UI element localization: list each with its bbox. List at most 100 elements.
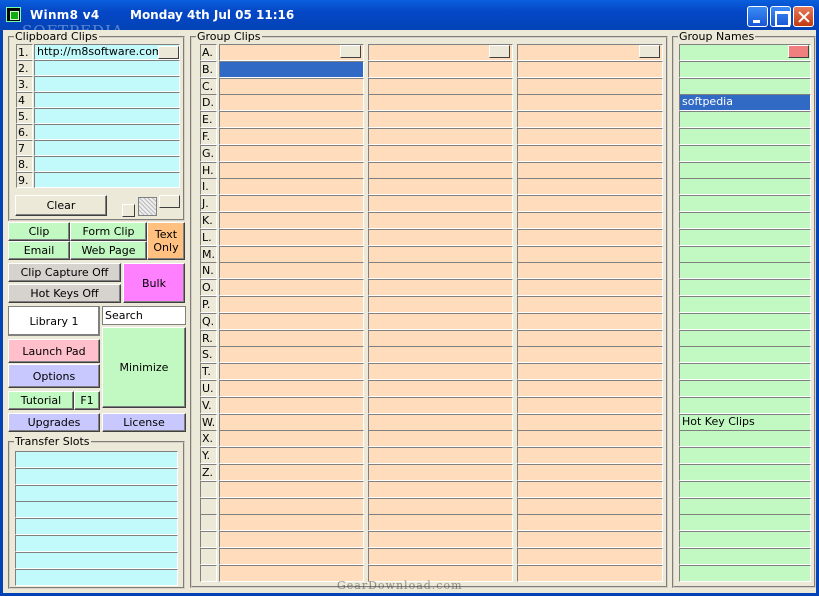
email-button[interactable]: Email: [8, 241, 70, 260]
group-clip-cell[interactable]: [368, 531, 513, 549]
group-clip-cell[interactable]: [517, 144, 663, 162]
library-button[interactable]: Library 1: [8, 306, 100, 336]
group-clip-cell[interactable]: [219, 262, 364, 280]
group-name-field[interactable]: [679, 447, 811, 465]
title-bar[interactable]: Winm8 v4 Monday 4th Jul 05 11:16 SOFTPED…: [0, 0, 819, 40]
group-name-field[interactable]: [679, 178, 811, 196]
group-clip-cell[interactable]: [219, 480, 364, 498]
group-clip-cell[interactable]: [368, 346, 513, 364]
group-clip-cell[interactable]: [219, 94, 364, 112]
group-clip-cell[interactable]: [368, 497, 513, 515]
clipboard-clip-field[interactable]: [34, 92, 180, 108]
group-clip-cell[interactable]: [219, 447, 364, 465]
group-clip-cell[interactable]: [517, 195, 663, 213]
group-clip-cell[interactable]: [219, 296, 364, 313]
group-clip-cell[interactable]: [517, 245, 663, 263]
group-name-field[interactable]: [679, 111, 811, 129]
group-name-field[interactable]: [679, 564, 811, 582]
group-clip-cell[interactable]: [368, 396, 513, 414]
group-name-field[interactable]: Hot Key Clips: [679, 413, 811, 431]
clipboard-clip-field[interactable]: [34, 156, 180, 172]
clip-capture-button[interactable]: Clip Capture Off: [8, 263, 121, 282]
group-clip-cell[interactable]: [517, 77, 663, 95]
group-clip-cell[interactable]: [368, 380, 513, 397]
clipboard-clip-field[interactable]: [34, 60, 180, 76]
group-clip-cell[interactable]: [219, 245, 364, 263]
group-clip-cell[interactable]: [517, 531, 663, 549]
transfer-slot[interactable]: [15, 568, 178, 586]
group-clip-cell[interactable]: [368, 144, 513, 162]
group-name-field[interactable]: [679, 396, 811, 414]
group-name-field[interactable]: [679, 128, 811, 145]
group-clip-cell[interactable]: [517, 212, 663, 229]
web-page-button[interactable]: Web Page: [70, 241, 147, 260]
tutorial-button[interactable]: Tutorial: [8, 391, 74, 410]
clip-scroll-button[interactable]: [158, 46, 179, 59]
group-name-field[interactable]: [679, 430, 811, 448]
group-clip-cell[interactable]: [368, 413, 513, 431]
group-clip-cell[interactable]: [219, 195, 364, 213]
group-name-field[interactable]: [679, 380, 811, 397]
group-clip-cell[interactable]: [219, 548, 364, 565]
group-name-field[interactable]: [679, 346, 811, 364]
clipboard-clip-field[interactable]: [34, 76, 180, 92]
group-clip-cell[interactable]: [517, 329, 663, 347]
group-clip-cell[interactable]: [368, 60, 513, 78]
group-column-button[interactable]: [639, 45, 660, 58]
group-column-button[interactable]: [489, 45, 510, 58]
group-clip-cell[interactable]: [517, 480, 663, 498]
clip-button[interactable]: Clip: [8, 222, 70, 241]
clip-pattern-swatch[interactable]: [138, 197, 157, 216]
group-name-field[interactable]: [679, 60, 811, 78]
group-name-field[interactable]: [679, 245, 811, 263]
group-clip-cell[interactable]: [219, 396, 364, 414]
group-clip-cell[interactable]: [368, 212, 513, 229]
transfer-slot[interactable]: [15, 451, 178, 468]
group-clip-cell[interactable]: [219, 161, 364, 179]
group-clip-cell[interactable]: [219, 279, 364, 297]
group-name-field[interactable]: [679, 212, 811, 229]
group-name-field[interactable]: [679, 77, 811, 95]
clear-button[interactable]: Clear: [15, 195, 107, 216]
group-clip-cell[interactable]: [368, 464, 513, 481]
f1-button[interactable]: F1: [74, 391, 100, 410]
clip-option-toggle[interactable]: [122, 204, 135, 217]
text-only-button[interactable]: Text Only: [147, 222, 185, 260]
group-clip-cell[interactable]: [368, 195, 513, 213]
group-clip-cell[interactable]: [368, 178, 513, 196]
group-clip-cell[interactable]: [219, 531, 364, 549]
group-clip-cell[interactable]: [368, 447, 513, 465]
minimize-button[interactable]: Minimize: [102, 327, 186, 408]
group-names-button[interactable]: [788, 45, 809, 58]
group-name-field[interactable]: [679, 161, 811, 179]
group-clip-cell[interactable]: [219, 346, 364, 364]
group-clip-cell[interactable]: [219, 514, 364, 532]
group-clip-cell[interactable]: [517, 514, 663, 532]
group-clip-cell[interactable]: [517, 346, 663, 364]
group-name-field[interactable]: [679, 262, 811, 280]
group-clip-cell[interactable]: [368, 430, 513, 448]
group-clip-cell[interactable]: [368, 161, 513, 179]
group-clip-cell[interactable]: [219, 228, 364, 246]
group-clip-cell[interactable]: [517, 128, 663, 145]
group-clip-cell[interactable]: [219, 312, 364, 330]
group-clip-cell[interactable]: [517, 380, 663, 397]
group-name-field[interactable]: [679, 548, 811, 565]
group-name-field[interactable]: [679, 312, 811, 330]
group-clip-cell[interactable]: [517, 564, 663, 582]
group-clip-cell[interactable]: [219, 430, 364, 448]
transfer-slot[interactable]: [15, 484, 178, 502]
group-clip-cell[interactable]: [517, 279, 663, 297]
group-clip-cell[interactable]: [219, 77, 364, 95]
group-clip-cell[interactable]: [368, 111, 513, 129]
transfer-slot[interactable]: [15, 551, 178, 569]
group-name-field[interactable]: [679, 514, 811, 532]
transfer-slot[interactable]: [15, 467, 178, 485]
group-clip-cell[interactable]: [368, 480, 513, 498]
group-clip-cell[interactable]: [517, 178, 663, 196]
transfer-slot[interactable]: [15, 518, 178, 536]
group-clip-cell[interactable]: [517, 94, 663, 112]
form-clip-button[interactable]: Form Clip: [70, 222, 147, 241]
group-clip-cell[interactable]: [219, 497, 364, 515]
group-clip-cell[interactable]: [219, 60, 364, 78]
